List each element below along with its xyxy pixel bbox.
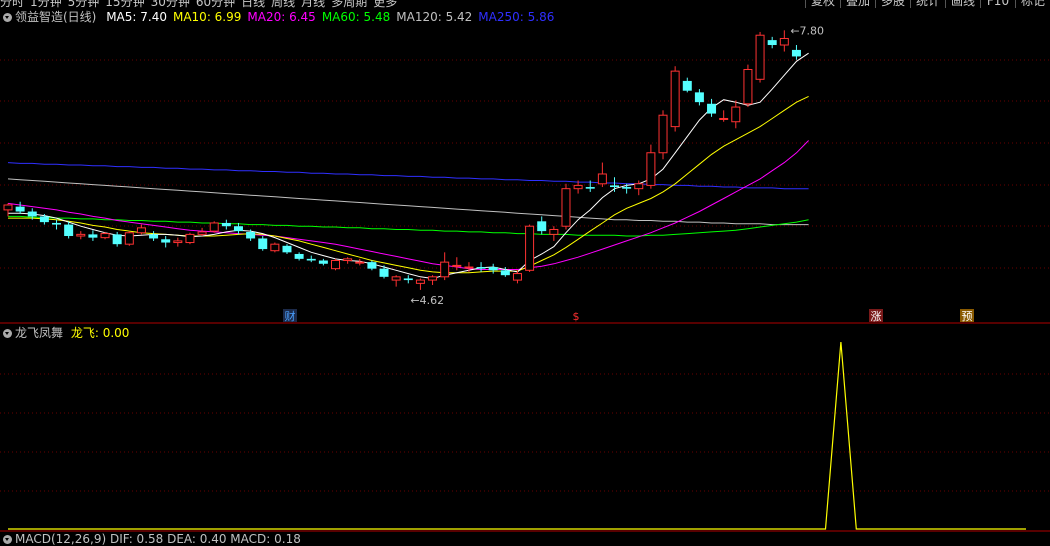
dropdown-icon[interactable] [3,329,12,338]
ma-legend-list: MA5: 7.40 MA10: 6.99 MA20: 6.45 MA60: 5.48 M… [100,10,554,24]
indicator-value: 龙飞: 0.00 [70,326,130,340]
ma20-line [7,140,809,270]
candle-body [610,185,619,188]
candle-body [682,80,692,91]
dropdown-icon[interactable] [3,535,12,544]
candle-body [500,270,510,276]
candle-body [270,243,280,252]
candle-body [197,231,207,235]
ma-legend-5: MA250: 5.86 [478,10,555,24]
candle-body [561,188,571,227]
ma-legend-0: MA5: 7.40 [106,10,167,24]
candle-body [476,267,486,269]
kline-chart: ←7.80 ←4.62 财 $ 涨 预 [0,24,1050,532]
indicator-name: 龙飞凤舞 [15,326,64,340]
candle-body [719,117,729,120]
event-marker: 涨 [871,310,882,323]
candle-body [88,234,98,238]
candle-body [173,240,183,244]
candle-body [428,276,438,281]
candle-body [15,206,25,212]
candle-body [233,226,243,232]
candle-body [282,245,292,253]
candle-body [185,233,195,244]
candle-body [136,227,146,234]
candle-body [221,222,231,227]
dropdown-icon[interactable] [3,13,12,22]
candle-body [755,34,765,80]
candle-body [743,69,753,105]
candle-body [779,37,789,46]
event-marker: 财 [285,309,296,323]
ma-legend-2: MA20: 6.45 [247,10,316,24]
low-price-label: ←4.62 [410,294,444,307]
ma-legend-4: MA120: 5.42 [396,10,473,24]
candle-body [367,262,377,269]
candle-body [464,266,474,269]
candle-body [525,225,535,271]
candle-body [512,273,522,281]
candle-body [415,279,425,284]
candle-body [124,232,134,245]
candle-body [585,187,595,189]
candle-body [670,70,680,128]
candle-body [246,231,256,239]
candle-body [39,216,49,223]
event-marker: $ [573,310,580,323]
candle-body [537,221,547,232]
candle-body [343,258,353,261]
candle-body [731,106,741,123]
candle-body [318,260,328,264]
longfei-line [8,341,1026,530]
candle-body [488,267,498,271]
candle-body [355,261,365,264]
candle-body [573,184,583,190]
candle-body [306,258,316,261]
candle-body [658,114,668,154]
indicator-legend: 龙飞凤舞 龙飞: 0.00 [3,326,129,340]
macd-text: MACD(12,26,9) DIF: 0.58 DEA: 0.40 MACD: … [15,532,301,546]
candle-body [597,173,607,185]
candle-body [258,238,268,250]
high-price-label: ←7.80 [790,24,824,37]
candle-body [379,268,389,277]
candle-body [64,224,74,237]
candle-body [791,49,801,57]
candle-body [100,233,110,239]
candle-body [209,222,219,232]
candle-body [52,222,62,225]
candle-body [27,211,37,217]
macd-legend: MACD(12,26,9) DIF: 0.58 DEA: 0.40 MACD: … [3,532,301,546]
candle-body [549,228,559,235]
candle-body [112,234,122,245]
candle-body [76,233,86,237]
candle-body [622,187,632,189]
candle-body [707,103,717,114]
candle-body [331,259,341,270]
ma-legend-3: MA60: 5.48 [321,10,391,24]
event-marker: 预 [962,310,973,323]
ma-legend-1: MA10: 6.99 [172,10,242,24]
candle-body [694,92,704,103]
candle-body [403,278,413,281]
candle-body [3,204,13,211]
stock-title: 领益智造(日线) [15,10,97,24]
candle-body [161,239,171,243]
candle-body [440,261,450,278]
candle-body [391,276,401,281]
candle-body [767,40,777,46]
candle-body [294,253,304,259]
candle-body [452,264,462,267]
candle-body [149,234,159,239]
candle-body [634,183,644,190]
candle-body [646,152,656,186]
main-legend: 领益智造(日线) MA5: 7.40 MA10: 6.99 MA20: 6.45 MA… [3,10,554,24]
